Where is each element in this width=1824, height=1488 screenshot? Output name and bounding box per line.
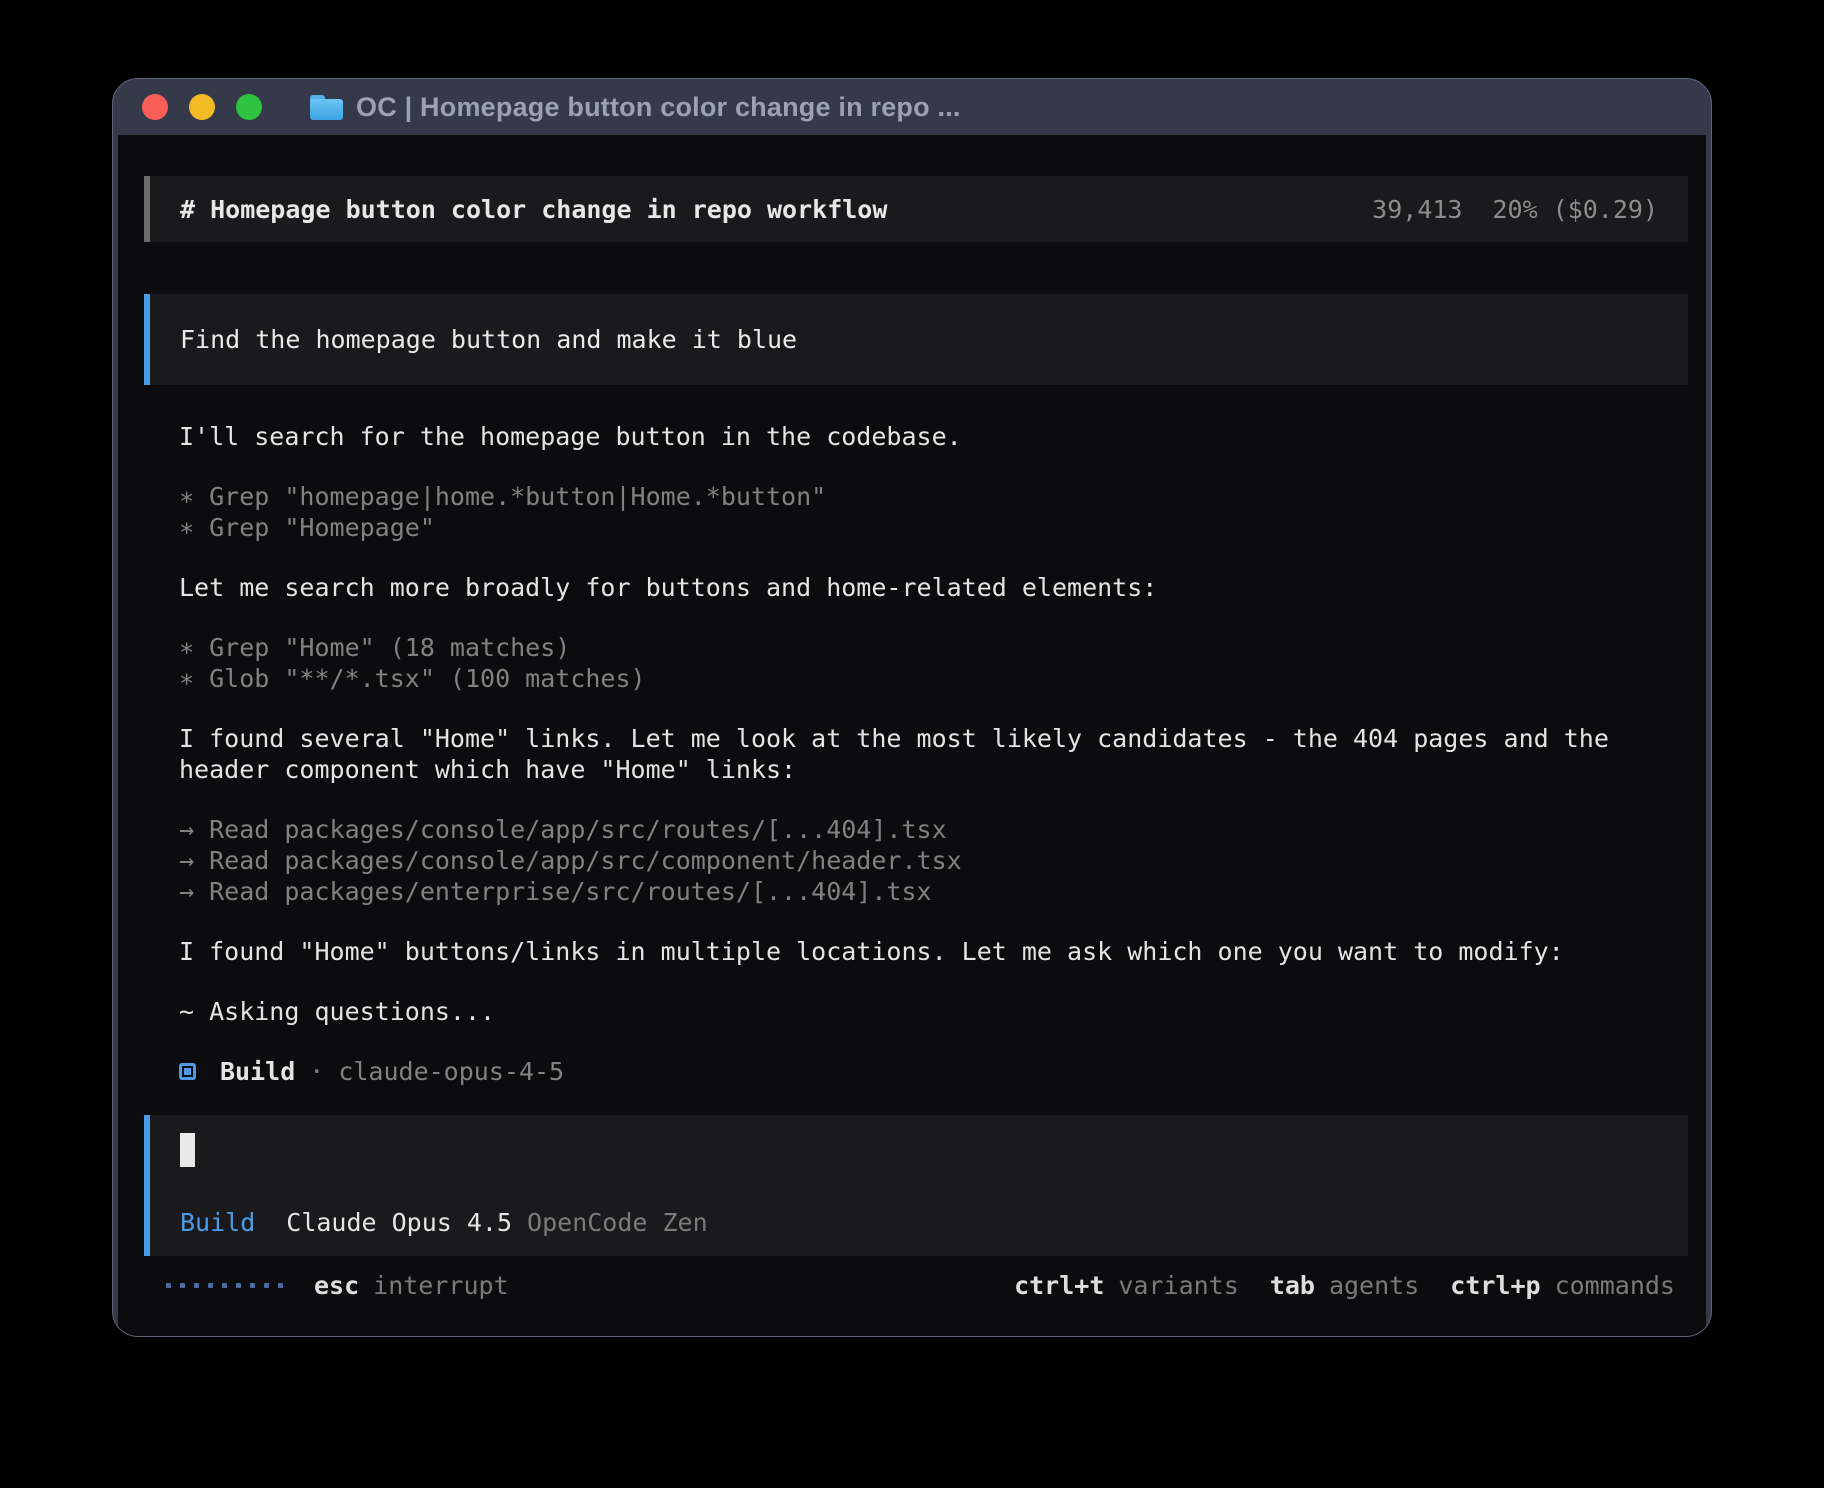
titlebar: OC | Homepage button color change in rep… bbox=[113, 79, 1711, 135]
session-header: # Homepage button color change in repo w… bbox=[144, 176, 1688, 242]
shortcut-label-interrupt: interrupt bbox=[373, 1270, 508, 1301]
assistant-text: I found "Home" buttons/links in multiple… bbox=[179, 936, 1688, 967]
tool-call-group: ∗ Grep "Home" (18 matches) ∗ Glob "**/*.… bbox=[179, 632, 1688, 694]
token-count: 39,413 bbox=[1372, 194, 1462, 225]
agent-status-row: Build · claude-opus-4-5 bbox=[179, 1056, 1688, 1087]
tool-call-grep: ∗ Grep "Homepage" bbox=[179, 512, 1688, 543]
agent-name: Build bbox=[220, 1056, 295, 1087]
title-wrap: OC | Homepage button color change in rep… bbox=[310, 92, 961, 123]
tool-call-glob: ∗ Glob "**/*.tsx" (100 matches) bbox=[179, 663, 1688, 694]
spinner-dot bbox=[180, 1283, 185, 1288]
session-stats: 39,413 20% ($0.29) bbox=[1372, 194, 1658, 225]
shortcut-commands: ctrl+p commands bbox=[1450, 1270, 1675, 1301]
tool-call-read: → Read packages/console/app/src/routes/[… bbox=[179, 814, 1688, 845]
zoom-button[interactable] bbox=[236, 94, 262, 120]
user-message-text: Find the homepage button and make it blu… bbox=[180, 325, 797, 354]
spinner-dot bbox=[236, 1283, 241, 1288]
spinner bbox=[166, 1283, 283, 1288]
assistant-text-line: header component which have "Home" links… bbox=[179, 754, 1688, 785]
tool-call-grep: ∗ Grep "Home" (18 matches) bbox=[179, 632, 1688, 663]
model-row: Build Claude Opus 4.5 OpenCode Zen bbox=[180, 1207, 1658, 1238]
assistant-text: I found several "Home" links. Let me loo… bbox=[179, 723, 1688, 785]
tool-call-group: ∗ Grep "homepage|home.*button|Home.*butt… bbox=[179, 481, 1688, 543]
input-agent-label: Build bbox=[180, 1207, 255, 1238]
shortcut-key: ctrl+p bbox=[1450, 1270, 1540, 1301]
user-message: Find the homepage button and make it blu… bbox=[144, 294, 1688, 385]
tool-call-read: → Read packages/console/app/src/componen… bbox=[179, 845, 1688, 876]
session-title: # Homepage button color change in repo w… bbox=[180, 194, 887, 225]
shortcut-key-esc: esc bbox=[314, 1270, 359, 1301]
tool-call-group: → Read packages/console/app/src/routes/[… bbox=[179, 814, 1688, 907]
close-button[interactable] bbox=[142, 94, 168, 120]
traffic-lights bbox=[142, 94, 262, 120]
shortcut-variants: ctrl+t variants bbox=[1014, 1270, 1239, 1301]
tool-call-read: → Read packages/enterprise/src/routes/[.… bbox=[179, 876, 1688, 907]
agent-model: claude-opus-4-5 bbox=[338, 1056, 564, 1087]
spinner-dot bbox=[194, 1283, 199, 1288]
status-bar: esc interrupt ctrl+t variants tab agents… bbox=[144, 1270, 1688, 1301]
spinner-dot bbox=[278, 1283, 283, 1288]
assistant-text: Let me search more broadly for buttons a… bbox=[179, 572, 1688, 603]
spinner-dot bbox=[166, 1283, 171, 1288]
spinner-dot bbox=[250, 1283, 255, 1288]
asking-questions-status: ~ Asking questions... bbox=[179, 996, 1688, 1027]
context-percent: 20% bbox=[1492, 194, 1537, 225]
spinner-dot bbox=[208, 1283, 213, 1288]
assistant-text: I'll search for the homepage button in t… bbox=[179, 421, 1688, 452]
conversation: I'll search for the homepage button in t… bbox=[179, 421, 1688, 1087]
status-right: ctrl+t variants tab agents ctrl+p comman… bbox=[1014, 1270, 1675, 1301]
shortcut-agents: tab agents bbox=[1270, 1270, 1419, 1301]
spinner-dot bbox=[222, 1283, 227, 1288]
prompt-input[interactable]: Build Claude Opus 4.5 OpenCode Zen bbox=[144, 1115, 1688, 1256]
terminal-content: # Homepage button color change in repo w… bbox=[118, 135, 1706, 1336]
terminal-window: OC | Homepage button color change in rep… bbox=[112, 78, 1712, 1337]
status-left: esc interrupt bbox=[166, 1270, 509, 1301]
shortcut-label: variants bbox=[1118, 1270, 1238, 1301]
minimize-button[interactable] bbox=[189, 94, 215, 120]
shortcut-label: agents bbox=[1329, 1270, 1419, 1301]
build-agent-icon bbox=[179, 1063, 196, 1080]
folder-icon bbox=[310, 95, 343, 120]
spinner-dot bbox=[264, 1283, 269, 1288]
shortcut-label: commands bbox=[1555, 1270, 1675, 1301]
session-cost: ($0.29) bbox=[1553, 194, 1658, 225]
shortcut-key: ctrl+t bbox=[1014, 1270, 1104, 1301]
window-title: OC | Homepage button color change in rep… bbox=[356, 92, 961, 123]
input-model-label: Claude Opus 4.5 bbox=[286, 1207, 512, 1238]
assistant-text-line: I found several "Home" links. Let me loo… bbox=[179, 723, 1688, 754]
agent-separator: · bbox=[309, 1056, 324, 1087]
tool-call-grep: ∗ Grep "homepage|home.*button|Home.*butt… bbox=[179, 481, 1688, 512]
input-provider-label: OpenCode Zen bbox=[527, 1207, 708, 1238]
shortcut-key: tab bbox=[1270, 1270, 1315, 1301]
text-cursor bbox=[180, 1133, 195, 1167]
